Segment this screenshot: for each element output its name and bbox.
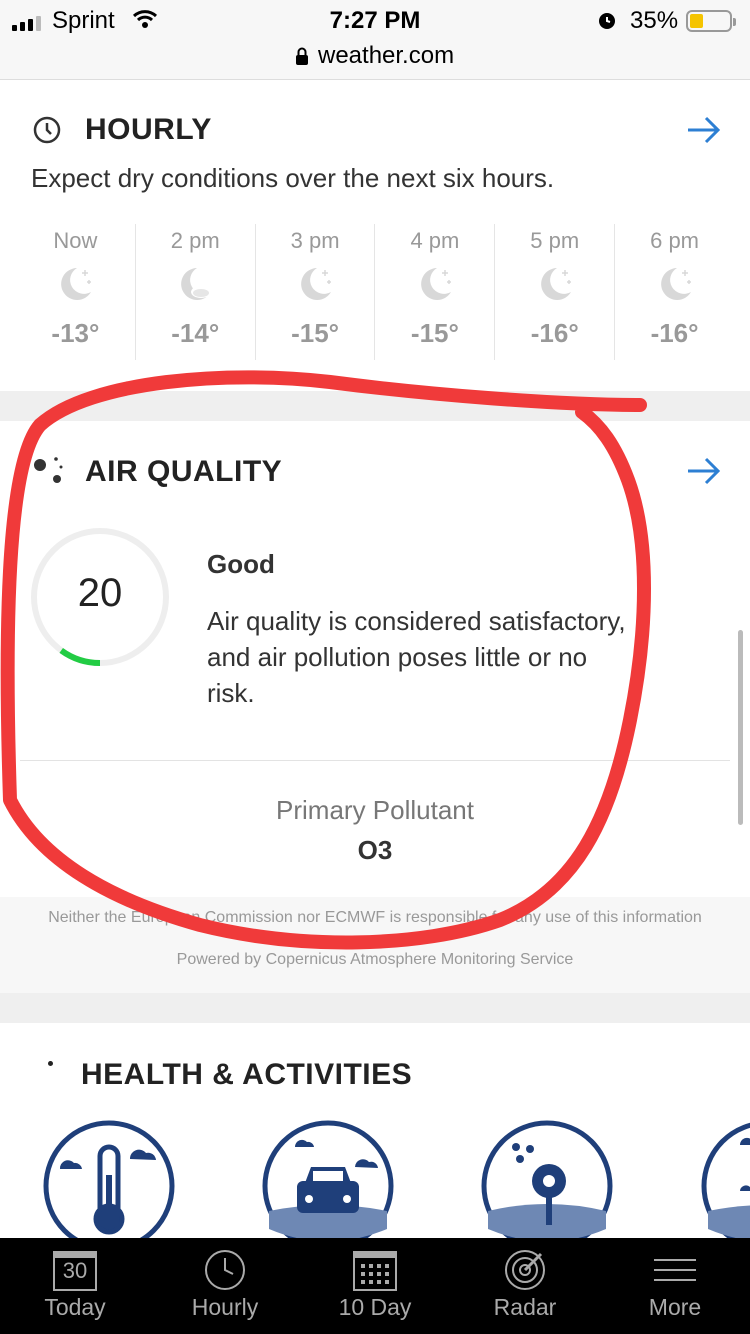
moon-stars-icon xyxy=(660,268,691,300)
primary-pollutant-label: Primary Pollutant xyxy=(276,795,474,825)
tab-label: Radar xyxy=(493,1294,557,1320)
clock-icon xyxy=(205,1250,245,1290)
hourly-description: Expect dry conditions over the next six … xyxy=(31,163,555,193)
section-divider xyxy=(0,391,750,421)
radar-icon xyxy=(505,1250,545,1290)
hourly-title: HOURLY xyxy=(85,113,212,146)
battery-icon xyxy=(686,10,736,32)
tab-label: More xyxy=(648,1294,702,1320)
hour-item[interactable]: 2 pm -14° xyxy=(136,224,256,360)
aqi-description: Air quality is considered satisfactory, … xyxy=(207,606,626,708)
hour-temp: -14° xyxy=(171,318,220,348)
hour-temp: -13° xyxy=(51,318,100,348)
hour-time: 6 pm xyxy=(650,228,700,253)
moon-cloud-icon xyxy=(181,268,212,300)
tab-label: Today xyxy=(44,1294,106,1320)
menu-icon xyxy=(654,1259,696,1281)
moon-stars-icon xyxy=(540,268,571,300)
url-text[interactable]: weather.com xyxy=(318,42,454,70)
hourly-arrow-icon[interactable] xyxy=(686,115,722,145)
hour-time: 3 pm xyxy=(290,228,340,253)
hour-temp: -15° xyxy=(410,318,459,348)
hour-item[interactable]: 4 pm -15° xyxy=(375,224,496,360)
hour-time: Now xyxy=(53,228,98,253)
hourly-section: HOURLY Expect dry conditions over the ne… xyxy=(0,81,750,391)
tab-hourly[interactable]: Hourly xyxy=(150,1238,300,1334)
aqi-value: 20 xyxy=(77,571,123,615)
hour-item[interactable]: 3 pm -15° xyxy=(256,224,376,360)
calendar-grid-icon xyxy=(353,1251,397,1291)
aqi-status: Good xyxy=(207,549,275,579)
scrollbar[interactable] xyxy=(738,630,743,825)
activity-icon[interactable] xyxy=(700,1119,750,1238)
primary-pollutant-value: O3 xyxy=(357,835,393,865)
health-title: HEALTH & ACTIVITIES xyxy=(81,1058,413,1091)
hour-item[interactable]: Now -13° xyxy=(16,224,136,360)
tab-today[interactable]: 30 Today xyxy=(0,1238,150,1334)
hour-time: 5 pm xyxy=(530,228,580,253)
divider xyxy=(20,760,730,761)
bottom-tab-bar: 30 Today Hourly 10 Day Radar More xyxy=(0,1238,750,1334)
hour-time: 2 pm xyxy=(170,228,220,253)
disclaimer-text: Neither the European Commission nor ECMW… xyxy=(48,909,702,926)
tab-label: 10 Day xyxy=(338,1294,412,1320)
health-activities-section: HEALTH & ACTIVITIES xyxy=(0,1023,750,1238)
air-quality-section: AIR QUALITY 20 Good Air quality is consi… xyxy=(0,421,750,897)
moon-stars-icon xyxy=(301,268,332,300)
air-quality-title: AIR QUALITY xyxy=(85,455,283,488)
tab-label: Hourly xyxy=(191,1294,259,1320)
hour-temp: -16° xyxy=(530,318,579,348)
battery-percent: 35% xyxy=(630,7,679,34)
pollen-tree-icon[interactable] xyxy=(480,1119,614,1238)
hourly-list: Now -13° 2 pm -14° 3 pm -15° 4 pm -15° 5… xyxy=(16,224,734,360)
health-icon xyxy=(48,1061,53,1066)
status-bar: Sprint 7:27 PM 35% xyxy=(0,0,750,40)
air-quality-arrow-icon[interactable] xyxy=(686,456,722,486)
attribution-text: Powered by Copernicus Atmosphere Monitor… xyxy=(176,951,574,968)
tab-more[interactable]: More xyxy=(600,1238,750,1334)
section-divider xyxy=(0,993,750,1023)
lock-icon xyxy=(296,47,308,65)
tab-radar[interactable]: Radar xyxy=(450,1238,600,1334)
disclaimer: Neither the European Commission nor ECMW… xyxy=(0,897,750,993)
moon-stars-icon xyxy=(421,268,451,300)
clock-icon xyxy=(33,116,61,144)
thermometer-icon[interactable] xyxy=(42,1119,176,1238)
calendar-date: 30 xyxy=(62,1258,88,1283)
air-particles-icon xyxy=(34,457,63,483)
hour-item[interactable]: 5 pm -16° xyxy=(495,224,616,360)
alarm-icon xyxy=(599,13,615,29)
hour-item[interactable]: 6 pm -16° xyxy=(615,224,734,360)
tab-10-day[interactable]: 10 Day xyxy=(300,1238,450,1334)
moon-stars-icon xyxy=(61,268,92,300)
car-icon[interactable] xyxy=(261,1119,395,1238)
hour-temp: -15° xyxy=(291,318,340,348)
hour-time: 4 pm xyxy=(410,228,460,253)
hour-temp: -16° xyxy=(650,318,699,348)
address-bar[interactable]: weather.com xyxy=(0,40,750,80)
